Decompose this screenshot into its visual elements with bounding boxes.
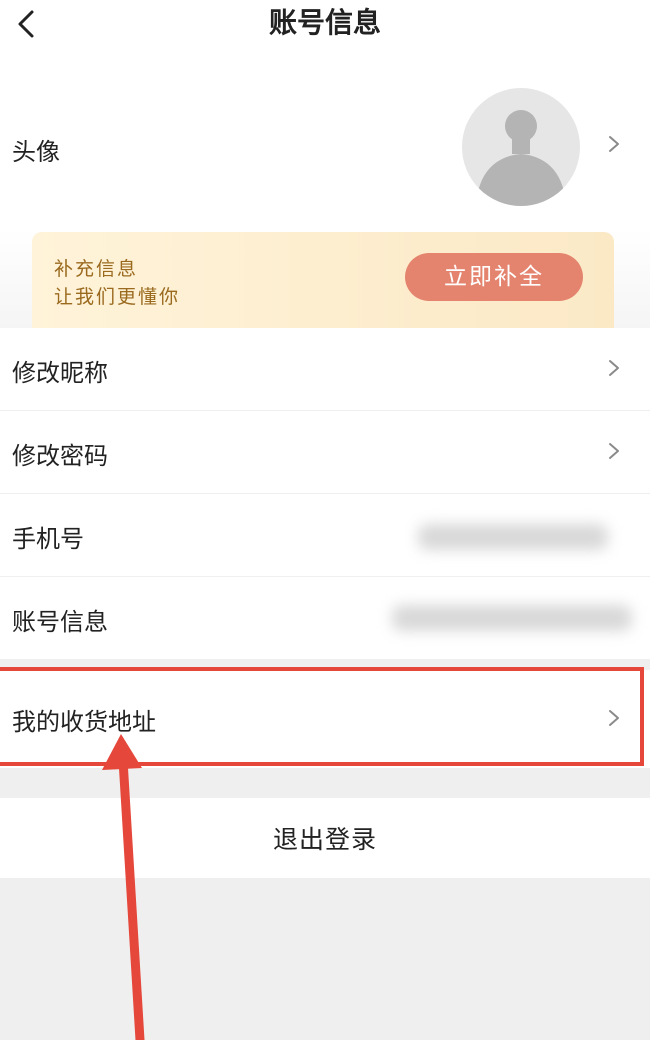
promo-banner-area: 补充信息 让我们更懂你 立即补全 bbox=[0, 228, 650, 328]
promo-line-2: 让我们更懂你 bbox=[54, 286, 181, 308]
avatar[interactable] bbox=[462, 88, 580, 206]
list-item-label: 账号信息 bbox=[12, 608, 108, 636]
list-item-edit-nickname[interactable]: 修改昵称 bbox=[0, 328, 650, 411]
promo-banner[interactable]: 补充信息 让我们更懂你 立即补全 bbox=[32, 232, 614, 328]
list-item-account-info[interactable]: 账号信息 bbox=[0, 577, 650, 660]
shipping-address-row[interactable]: 我的收货地址 bbox=[0, 670, 650, 768]
list-item-label: 手机号 bbox=[12, 525, 84, 553]
chevron-right-icon bbox=[609, 360, 619, 376]
shipping-address-label: 我的收货地址 bbox=[12, 708, 156, 736]
default-avatar-icon bbox=[476, 110, 566, 206]
avatar-row[interactable]: 头像 bbox=[0, 54, 650, 228]
chevron-right-icon bbox=[609, 710, 619, 726]
logout-label: 退出登录 bbox=[272, 825, 377, 854]
chevron-right-icon bbox=[609, 136, 619, 152]
blurred-phone-value bbox=[418, 524, 608, 550]
settings-list: 修改昵称 修改密码 手机号 账号信息 bbox=[0, 328, 650, 660]
list-item-phone[interactable]: 手机号 bbox=[0, 494, 650, 577]
page-title: 账号信息 bbox=[268, 6, 381, 39]
chevron-right-icon bbox=[609, 443, 619, 459]
promo-line-1: 补充信息 bbox=[54, 258, 139, 280]
avatar-label: 头像 bbox=[12, 138, 60, 166]
list-item-label: 修改昵称 bbox=[12, 359, 108, 387]
logout-button[interactable]: 退出登录 bbox=[0, 798, 650, 878]
list-item-change-password[interactable]: 修改密码 bbox=[0, 411, 650, 494]
complete-info-button[interactable]: 立即补全 bbox=[405, 253, 583, 301]
top-nav-bar: 账号信息 bbox=[0, 0, 650, 54]
blurred-account-value bbox=[392, 605, 632, 631]
list-item-label: 修改密码 bbox=[12, 442, 108, 470]
